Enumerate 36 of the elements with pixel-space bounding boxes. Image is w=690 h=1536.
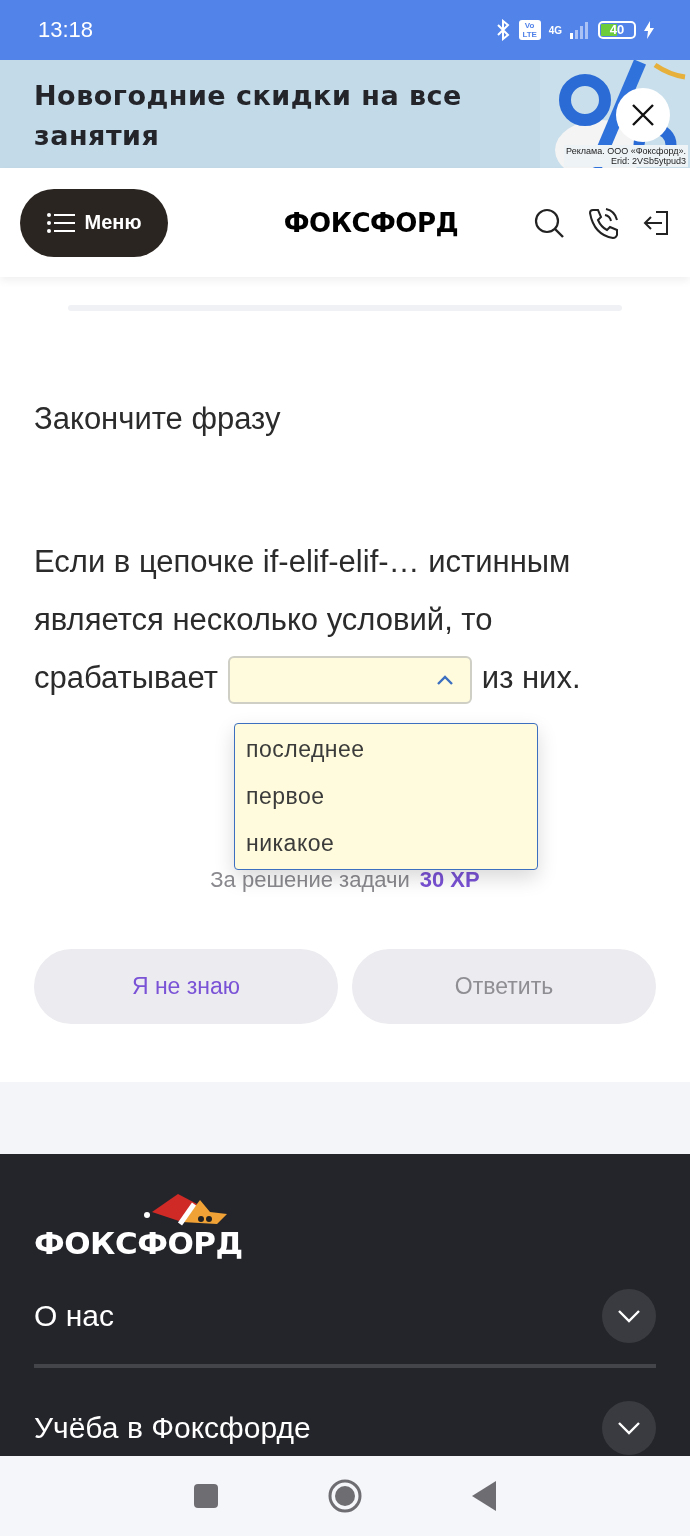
menu-button[interactable]: Меню bbox=[20, 188, 168, 257]
login-icon[interactable] bbox=[642, 208, 670, 237]
home-icon[interactable] bbox=[328, 1479, 362, 1513]
dropdown-option[interactable]: последнее bbox=[235, 726, 537, 773]
battery-icon: 40 bbox=[598, 21, 636, 39]
search-icon[interactable] bbox=[534, 207, 564, 238]
footer-section-title[interactable]: О нас bbox=[34, 1299, 114, 1333]
expand-button[interactable] bbox=[602, 1401, 656, 1455]
dropdown-option[interactable]: никакое bbox=[235, 820, 537, 867]
charging-icon bbox=[644, 21, 654, 39]
close-icon bbox=[631, 103, 655, 127]
signal-icon bbox=[570, 21, 590, 39]
network-label: 4G bbox=[548, 24, 562, 36]
status-time: 13:18 bbox=[38, 17, 95, 43]
chevron-down-icon bbox=[617, 1309, 641, 1323]
chevron-down-icon bbox=[617, 1421, 641, 1435]
ad-disclaimer: Реклама. ООО «Фоксфорд». Erid: 2VSb5ytpud3 bbox=[564, 145, 688, 167]
menu-icon bbox=[46, 211, 75, 234]
reward-label: За решение задачи bbox=[210, 867, 410, 892]
task-prompt: Закончите фразу bbox=[34, 401, 282, 437]
question-text: срабатывает bbox=[34, 660, 218, 695]
chevron-up-icon bbox=[435, 673, 454, 686]
banner-title[interactable]: Новогодние скидки на все занятия bbox=[0, 60, 514, 168]
question-text-end: из них. bbox=[481, 660, 581, 695]
skip-button[interactable]: Я не знаю bbox=[34, 949, 338, 1024]
reward-value: 30 XP bbox=[419, 867, 480, 892]
site-logo[interactable]: ФОКСФОРД bbox=[168, 207, 534, 238]
question-text: Если в цепочке if-elif-elif-… истинным bbox=[34, 543, 571, 581]
phone-icon[interactable] bbox=[588, 206, 618, 239]
volte-badge: Vo LTE bbox=[518, 20, 541, 40]
back-icon[interactable] bbox=[472, 1481, 496, 1511]
question-text: является несколько условий, то bbox=[34, 601, 493, 639]
dropdown-option[interactable]: первое bbox=[235, 773, 537, 820]
footer-section-title[interactable]: Учёба в Фоксфорде bbox=[34, 1411, 311, 1445]
footer-logo[interactable]: ФОКСФОРД bbox=[34, 1226, 243, 1260]
bluetooth-icon bbox=[494, 19, 511, 41]
